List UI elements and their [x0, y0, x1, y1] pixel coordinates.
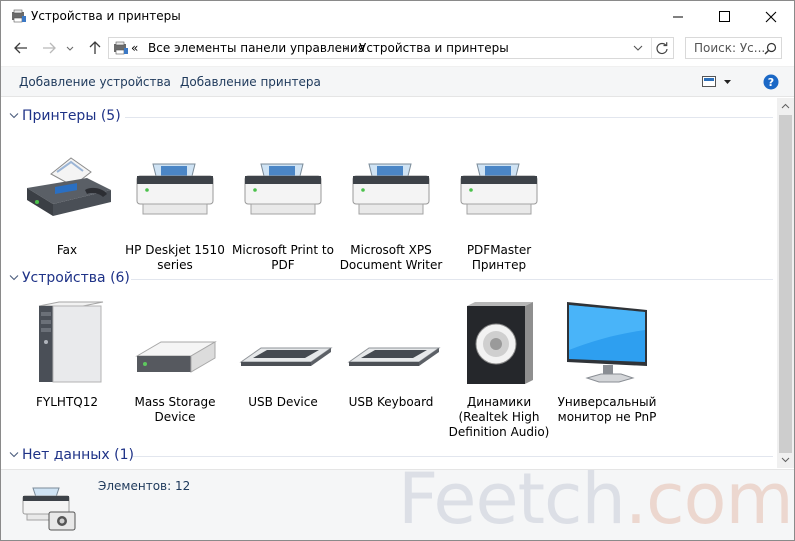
printer-icon — [460, 163, 538, 215]
device-label: USB Keyboard — [348, 395, 434, 409]
device-label: Fax — [56, 243, 78, 257]
add-printer-button[interactable]: Добавление принтера — [180, 75, 321, 89]
search-icon — [764, 42, 777, 55]
chevron-down-icon[interactable] — [633, 44, 643, 52]
printer-icon — [136, 163, 214, 215]
watermark: Feetch.com — [398, 469, 794, 540]
scroll-down-icon[interactable] — [781, 457, 790, 463]
devices-printers-icon — [12, 9, 26, 23]
minimize-button[interactable] — [656, 1, 702, 32]
device-label: Mass Storage Device — [134, 395, 216, 424]
group-title: Нет данных (1) — [22, 447, 134, 463]
device-label: FYLHTQ12 — [36, 395, 98, 409]
help-icon[interactable]: ? — [763, 74, 779, 90]
group-divider — [125, 117, 773, 118]
speaker-icon — [467, 302, 533, 384]
close-button[interactable] — [748, 1, 794, 32]
device-label: Microsoft XPS Document Writer — [339, 243, 443, 272]
device-label: USB Device — [248, 395, 318, 409]
breadcrumb-devices-printers[interactable]: Устройства и принтеры — [359, 41, 509, 55]
group-title: Принтеры (5) — [22, 108, 121, 124]
close-icon — [765, 11, 777, 23]
address-bar[interactable]: « Все элементы панели управления › Устро… — [108, 37, 674, 59]
arrow-left-icon[interactable] — [13, 40, 29, 56]
device-label: PDFMaster Принтер — [466, 243, 532, 272]
scrollbar-thumb[interactable] — [779, 115, 792, 453]
minimize-icon — [673, 16, 683, 18]
breadcrumb-control-panel[interactable]: Все элементы панели управления — [148, 41, 365, 55]
group-header-devices[interactable]: Устройства (6) — [9, 270, 773, 288]
arrow-right-icon[interactable] — [41, 40, 57, 56]
view-icon[interactable] — [702, 76, 732, 88]
group-header-printers[interactable]: Принтеры (5) — [9, 108, 773, 126]
search-input[interactable]: Поиск: Ус... — [694, 41, 765, 55]
computer-tower-icon — [38, 301, 104, 383]
navigation-bar: « Все элементы панели управления › Устро… — [1, 32, 794, 65]
add-device-button[interactable]: Добавление устройства — [19, 75, 171, 89]
device-label: Универсальный монитор не PnP — [557, 395, 657, 424]
chevron-down-icon[interactable] — [9, 274, 19, 282]
chevron-down-icon[interactable] — [65, 40, 75, 56]
maximize-icon — [719, 11, 730, 22]
search-box[interactable]: Поиск: Ус... — [685, 37, 782, 59]
breadcrumb-separator[interactable]: › — [344, 41, 349, 55]
group-divider — [133, 456, 773, 457]
scroll-up-icon[interactable] — [781, 103, 790, 109]
refresh-icon[interactable] — [655, 41, 669, 55]
maximize-button[interactable] — [702, 1, 748, 32]
group-divider — [131, 279, 773, 280]
device-label: HP Deskjet 1510 series — [125, 243, 225, 272]
printer-icon — [352, 163, 430, 215]
devices-printers-icon — [114, 41, 128, 55]
keyboard-icon — [239, 347, 333, 366]
storage-drive-icon — [135, 341, 217, 373]
item-count: Элементов: 12 — [98, 479, 191, 493]
window-title: Устройства и принтеры — [31, 9, 181, 23]
monitor-icon — [567, 302, 647, 383]
command-bar: Добавление устройства Добавление принтер… — [1, 66, 794, 97]
group-title: Устройства (6) — [22, 270, 130, 286]
devices-view: Принтеры (5) Fax HP Deskjet 1510 series … — [1, 98, 777, 468]
devices-printers-icon — [22, 487, 76, 531]
arrow-up-icon[interactable] — [87, 40, 103, 56]
svg-text:?: ? — [768, 76, 774, 89]
fax-icon — [27, 157, 111, 216]
printer-icon — [244, 163, 322, 215]
device-label: Динамики (Realtek High Definition Audio) — [448, 395, 550, 439]
window: Устройства и принтеры « Все элементы пан… — [0, 0, 795, 541]
group-header-no-data[interactable]: Нет данных (1) — [9, 447, 773, 465]
vertical-scrollbar[interactable] — [777, 98, 794, 468]
chevron-down-icon[interactable] — [9, 112, 19, 120]
device-label: Microsoft Print to PDF — [232, 243, 334, 272]
breadcrumb-overflow[interactable]: « — [131, 41, 138, 55]
title-bar: Устройства и принтеры — [1, 1, 794, 32]
keyboard-icon — [347, 347, 441, 366]
details-pane: Элементов: 12 Feetch.com — [1, 469, 794, 540]
chevron-down-icon[interactable] — [9, 451, 19, 459]
